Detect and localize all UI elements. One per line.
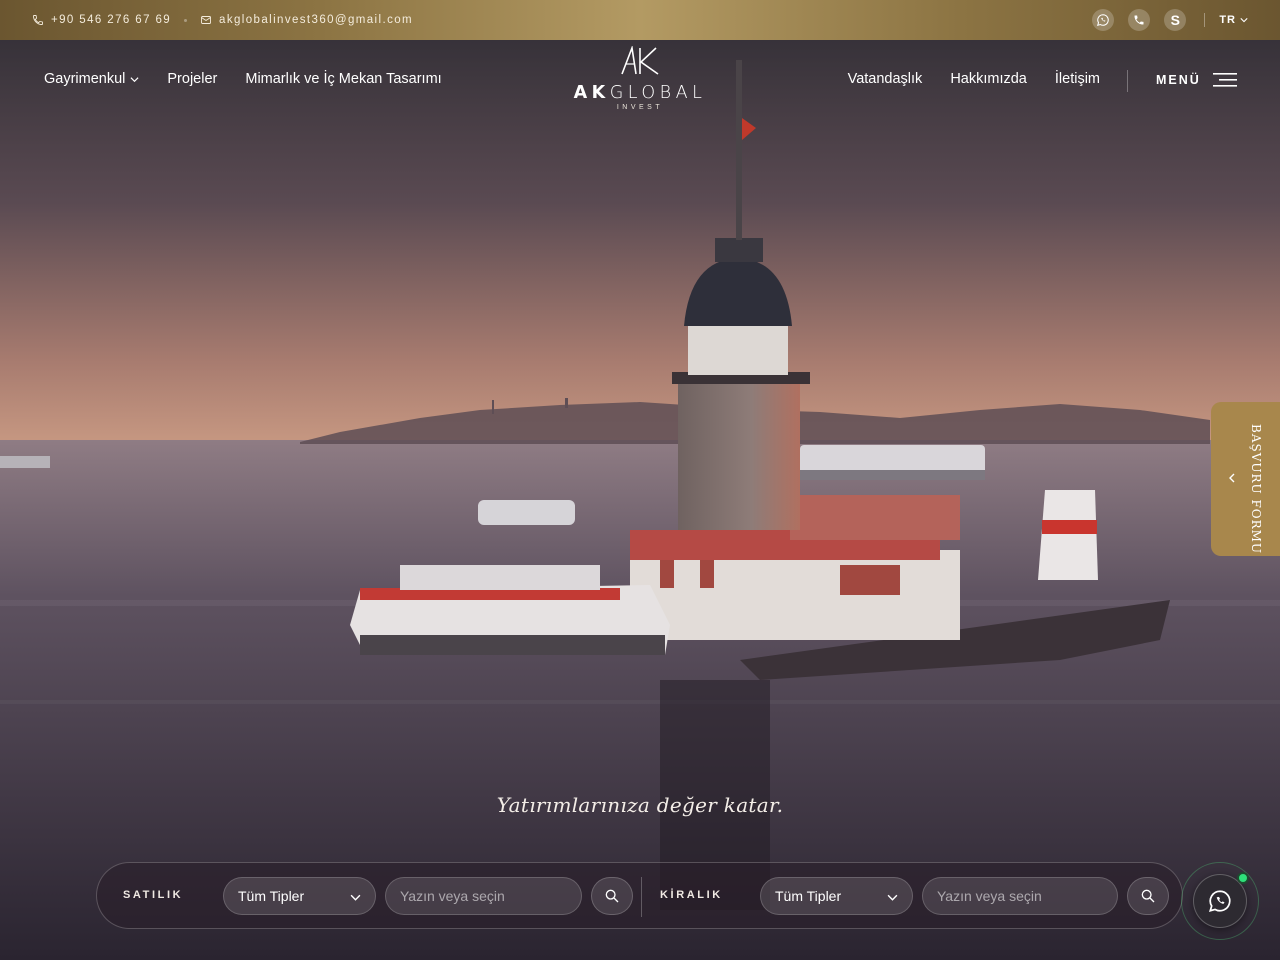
nav-item-contact[interactable]: İletişim [1055, 71, 1100, 87]
chevron-down-icon [887, 894, 898, 901]
main-navigation: Gayrimenkul Projeler Mimarlık ve İç Meka… [0, 40, 1280, 122]
menu-button[interactable]: MENÜ [1156, 72, 1239, 88]
mail-icon [201, 16, 211, 24]
language-selector[interactable]: TR [1219, 14, 1248, 26]
skype-button[interactable]: S [1164, 9, 1187, 31]
nav-item-label: Mimarlık ve İç Mekan Tasarımı [245, 71, 442, 87]
nav-divider [1127, 70, 1128, 92]
search-icon [1141, 889, 1155, 903]
menu-label: MENÜ [1156, 73, 1201, 87]
rent-search-input[interactable]: Yazın veya seçin [922, 877, 1118, 915]
chevron-down-icon [1240, 18, 1248, 23]
whatsapp-icon [1097, 14, 1110, 26]
application-form-tab[interactable]: BAŞVURU FORMU [1211, 402, 1280, 556]
nav-item-real-estate[interactable]: Gayrimenkul [44, 71, 139, 87]
property-search-bar: SATILIK Tüm Tipler Yazın veya seçin KİRA… [96, 862, 1183, 929]
nav-item-architecture[interactable]: Mimarlık ve İç Mekan Tasarımı [245, 71, 441, 87]
chevron-down-icon [350, 894, 361, 901]
language-label: TR [1219, 14, 1236, 26]
sale-search-button[interactable] [591, 877, 633, 915]
nav-item-label: Gayrimenkul [44, 71, 126, 87]
phone-number: +90 546 276 67 69 [51, 14, 172, 26]
email-link[interactable]: akglobalinvest360@gmail.com [200, 14, 413, 26]
search-icon [605, 889, 619, 903]
phone-link[interactable]: +90 546 276 67 69 [32, 14, 171, 26]
site-logo[interactable]: AKGLOBAL INVEST [560, 44, 720, 111]
online-status-badge [1237, 872, 1249, 884]
nav-item-about[interactable]: Hakkımızda [950, 71, 1027, 87]
logo-word-light: GLOBAL [609, 83, 707, 103]
whatsapp-float-button[interactable] [1181, 862, 1259, 940]
chevron-left-icon [1229, 473, 1235, 483]
separator-dot [184, 18, 188, 22]
hero-tagline: Yatırımlarınıza değer katar. [496, 793, 784, 817]
phone-icon [1134, 15, 1144, 25]
skype-icon: S [1170, 12, 1180, 28]
sale-type-select[interactable]: Tüm Tipler [223, 877, 376, 915]
hamburger-icon [1212, 73, 1237, 87]
ak-monogram-logo [621, 44, 659, 75]
sale-search-placeholder: Yazın veya seçin [400, 888, 505, 904]
rent-search-placeholder: Yazın veya seçin [937, 888, 1042, 904]
nav-item-label: İletişim [1054, 71, 1100, 87]
rent-type-select[interactable]: Tüm Tipler [760, 877, 913, 915]
sale-type-value: Tüm Tipler [238, 888, 305, 904]
nav-item-projects[interactable]: Projeler [167, 71, 217, 87]
call-button[interactable] [1128, 9, 1151, 31]
nav-item-label: Projeler [167, 71, 218, 87]
sale-search-input[interactable]: Yazın veya seçin [385, 877, 582, 915]
search-divider [641, 877, 642, 917]
topbar-divider [1204, 13, 1206, 27]
logo-wordmark: AKGLOBAL [560, 83, 720, 103]
nav-item-label: Vatandaşlık [847, 71, 923, 87]
whatsapp-button[interactable] [1092, 9, 1115, 31]
nav-item-citizenship[interactable]: Vatandaşlık [848, 71, 923, 87]
logo-word-bold: AK [573, 83, 610, 103]
rent-search-button[interactable] [1127, 877, 1169, 915]
rent-label: KİRALIK [660, 889, 723, 901]
nav-item-label: Hakkımızda [950, 71, 1027, 87]
chevron-down-icon [130, 76, 139, 82]
rent-type-value: Tüm Tipler [775, 888, 842, 904]
top-contact-bar: +90 546 276 67 69 akglobalinvest360@gmai… [0, 0, 1280, 40]
logo-subtitle: INVEST [616, 104, 664, 111]
application-form-label: BAŞVURU FORMU [1249, 424, 1263, 555]
email-address: akglobalinvest360@gmail.com [219, 14, 413, 26]
phone-icon [33, 15, 43, 25]
sale-label: SATILIK [123, 889, 184, 901]
whatsapp-icon [1208, 890, 1231, 912]
